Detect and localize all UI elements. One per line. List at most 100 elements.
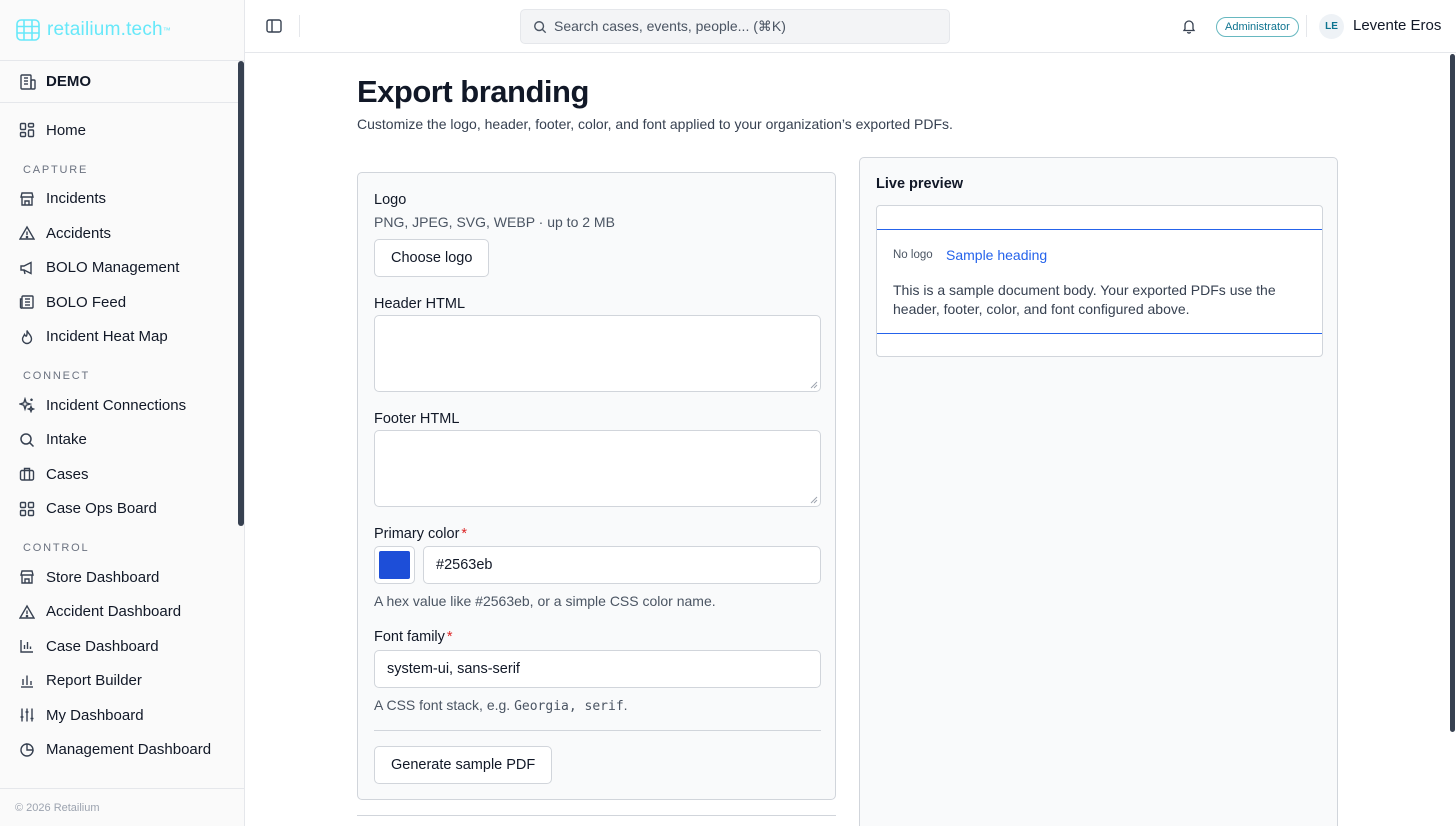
sidebar-item-label: Case Dashboard xyxy=(46,637,159,655)
font-family-label: Font family * xyxy=(374,629,453,645)
warning-icon xyxy=(19,225,35,240)
form-divider xyxy=(374,730,821,731)
sidebar-item-intake[interactable]: Intake xyxy=(0,423,244,458)
sidebar-item-label: Management Dashboard xyxy=(46,741,212,759)
flame-icon xyxy=(21,329,33,344)
topbar-divider xyxy=(1306,15,1307,37)
sample-body: This is a sample document body. Your exp… xyxy=(893,282,1276,317)
footer-html-textarea[interactable] xyxy=(374,430,821,507)
sidebar-item-incident-connections[interactable]: Incident Connections xyxy=(0,388,244,423)
sidebar-item-label: Accidents xyxy=(46,224,112,242)
choose-logo-button[interactable]: Choose logo xyxy=(374,239,490,277)
sidebar-item-home[interactable]: Home xyxy=(0,113,244,148)
font-hint-suffix: . xyxy=(623,697,628,713)
footer-html-label: Footer HTML xyxy=(374,411,460,427)
sparkles-icon xyxy=(19,397,35,414)
sidebar-item-label: Home xyxy=(46,121,87,139)
sidebar-item-label: Accident Dashboard xyxy=(46,603,182,621)
logo-label: Logo xyxy=(374,192,407,208)
sidebar-toggle-icon[interactable] xyxy=(265,17,283,35)
font-family-label-text: Font family xyxy=(374,629,445,645)
building-icon xyxy=(20,73,36,90)
sidebar-item-label: Store Dashboard xyxy=(46,568,160,586)
sidebar: retailium.tech ™ DEMO Home CAPTURE Incid… xyxy=(0,0,245,826)
topbar-divider xyxy=(299,15,300,37)
sidebar-item-label: Report Builder xyxy=(46,672,142,690)
sidebar-footer: © 2026 Retailium xyxy=(0,788,244,826)
org-switcher[interactable]: DEMO xyxy=(0,61,244,103)
sidebar-item-report-builder[interactable]: Report Builder xyxy=(0,664,244,699)
nav-section-connect: CONNECT xyxy=(23,370,90,382)
sidebar-item-case-dashboard[interactable]: Case Dashboard xyxy=(0,629,244,664)
sidebar-item-label: Incident Connections xyxy=(46,396,187,414)
sidebar-item-label: Incidents xyxy=(46,190,107,208)
user-name[interactable]: Levente Eros xyxy=(1353,17,1441,34)
bar-chart-icon xyxy=(20,640,33,653)
primary-color-label-text: Primary color xyxy=(374,526,460,542)
primary-color-input[interactable]: #2563eb xyxy=(423,546,821,584)
role-badge: Administrator xyxy=(1216,17,1299,37)
page-scrollbar[interactable] xyxy=(1450,54,1455,732)
sidebar-item-cases[interactable]: Cases xyxy=(0,457,244,492)
required-mark: * xyxy=(461,526,468,542)
brand-name: retailium.tech xyxy=(47,19,163,40)
org-name: DEMO xyxy=(46,73,91,90)
sidebar-item-management-dashboard[interactable]: Management Dashboard xyxy=(0,733,244,768)
nav-section-capture: CAPTURE xyxy=(23,163,89,176)
preview-body: No logo Sample heading This is a sample … xyxy=(877,230,1322,334)
sidebar-item-label: BOLO Feed xyxy=(46,293,127,311)
sidebar-item-bolo-management[interactable]: BOLO Management xyxy=(0,251,244,286)
bell-icon[interactable] xyxy=(1181,18,1197,34)
required-mark: * xyxy=(446,629,453,645)
sliders-icon xyxy=(20,708,34,722)
nav-section-control: CONTROL xyxy=(23,542,90,554)
retailium-logo-icon xyxy=(16,19,40,41)
sidebar-item-incident-heat-map[interactable]: Incident Heat Map xyxy=(0,320,244,355)
font-hint-code: Georgia, serif xyxy=(514,699,624,714)
store-icon xyxy=(20,570,34,584)
font-family-input[interactable]: system-ui, sans-serif xyxy=(374,650,821,688)
sidebar-scrollbar[interactable] xyxy=(238,61,244,526)
sidebar-item-accidents[interactable]: Accidents xyxy=(0,216,244,251)
avatar[interactable]: LE xyxy=(1319,14,1344,39)
topbar: Search cases, events, people... (⌘K) Adm… xyxy=(245,0,1456,53)
page-title: Export branding xyxy=(357,74,589,109)
resize-handle-icon[interactable] xyxy=(810,381,818,389)
sidebar-item-my-dashboard[interactable]: My Dashboard xyxy=(0,698,244,733)
section-divider xyxy=(357,815,836,816)
search-icon xyxy=(20,433,35,447)
warning-icon xyxy=(19,604,35,619)
sidebar-item-store-dashboard[interactable]: Store Dashboard xyxy=(0,560,244,595)
pie-chart-icon xyxy=(20,743,34,757)
preview-header xyxy=(877,206,1322,230)
page-subtitle: Customize the logo, header, footer, colo… xyxy=(357,116,953,132)
header-html-textarea[interactable] xyxy=(374,315,821,392)
sidebar-item-bolo-feed[interactable]: BOLO Feed xyxy=(0,285,244,320)
store-icon xyxy=(20,192,34,206)
color-picker[interactable] xyxy=(374,546,415,584)
resize-handle-icon[interactable] xyxy=(810,496,818,504)
sidebar-item-case-ops-board[interactable]: Case Ops Board xyxy=(0,492,244,527)
grid-icon xyxy=(19,123,35,138)
search-placeholder: Search cases, events, people... (⌘K) xyxy=(554,18,786,34)
search-icon xyxy=(534,20,547,33)
search-input[interactable]: Search cases, events, people... (⌘K) xyxy=(520,9,950,44)
no-logo-placeholder: No logo xyxy=(893,249,933,261)
grid-icon xyxy=(19,501,35,516)
color-swatch xyxy=(379,551,410,579)
primary-color-hint: A hex value like #2563eb, or a simple CS… xyxy=(374,593,716,609)
sidebar-item-accident-dashboard[interactable]: Accident Dashboard xyxy=(0,595,244,630)
brand[interactable]: retailium.tech ™ xyxy=(0,0,244,61)
sidebar-item-label: Incident Heat Map xyxy=(46,328,168,346)
sidebar-item-label: My Dashboard xyxy=(46,706,144,724)
generate-sample-pdf-button[interactable]: Generate sample PDF xyxy=(374,746,553,784)
sample-heading: Sample heading xyxy=(946,247,1048,263)
branding-form: Logo PNG, JPEG, SVG, WEBP · up to 2 MB C… xyxy=(357,172,836,800)
brand-trademark: ™ xyxy=(162,25,171,35)
newspaper-icon xyxy=(19,295,34,310)
chart-columns-icon xyxy=(21,675,33,688)
sidebar-item-incidents[interactable]: Incidents xyxy=(0,182,244,217)
sidebar-item-label: Intake xyxy=(46,431,87,449)
megaphone-icon xyxy=(20,261,32,275)
font-family-hint: A CSS font stack, e.g. Georgia, serif. xyxy=(374,697,628,714)
